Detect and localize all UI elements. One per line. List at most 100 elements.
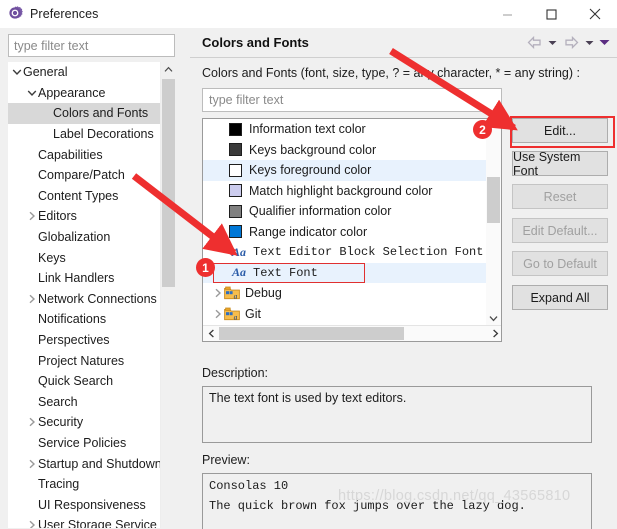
sidebar-item-notifications[interactable]: Notifications bbox=[8, 309, 175, 330]
color-swatch bbox=[229, 184, 242, 198]
chevron-right-icon[interactable] bbox=[25, 417, 38, 427]
list-scroll-down-icon[interactable] bbox=[486, 310, 501, 326]
scroll-left-icon[interactable] bbox=[203, 329, 219, 338]
sidebar-item-label: Startup and Shutdown bbox=[38, 456, 162, 471]
sidebar-item-quick-search[interactable]: Quick Search bbox=[8, 371, 175, 392]
list-horizontal-scrollbar[interactable] bbox=[203, 325, 501, 342]
list-vertical-scroll-thumb[interactable] bbox=[487, 177, 500, 223]
list-horizontal-scroll-thumb[interactable] bbox=[219, 326, 404, 340]
sidebar-item-label: Editors bbox=[38, 209, 77, 224]
sidebar-item-label: General bbox=[23, 65, 68, 80]
list-item[interactable]: a Debug bbox=[203, 283, 501, 304]
list-item[interactable]: a Git bbox=[203, 304, 501, 325]
sidebar-item-label: Service Policies bbox=[38, 435, 127, 450]
sidebar-item-appearance[interactable]: Appearance bbox=[8, 83, 175, 104]
sidebar-item-keys[interactable]: Keys bbox=[8, 247, 175, 268]
color-swatch bbox=[229, 163, 242, 177]
folder-category-icon: a bbox=[224, 307, 240, 321]
sidebar-item-link-handlers[interactable]: Link Handlers bbox=[8, 268, 175, 289]
edit-default-button: Edit Default... bbox=[512, 218, 608, 243]
sidebar-item-search[interactable]: Search bbox=[8, 392, 175, 413]
chevron-down-icon[interactable] bbox=[25, 89, 38, 97]
back-arrow-icon[interactable] bbox=[524, 33, 544, 52]
list-item[interactable]: Qualifier information color bbox=[203, 201, 501, 222]
chevron-right-icon[interactable] bbox=[211, 309, 224, 319]
chevron-right-icon[interactable] bbox=[211, 288, 224, 298]
use-system-font-button[interactable]: Use System Font bbox=[512, 150, 608, 178]
title-bar: Preferences bbox=[0, 0, 617, 28]
folder-category-icon: a bbox=[224, 286, 240, 301]
chevron-right-icon[interactable] bbox=[25, 520, 38, 528]
list-item[interactable]: Information text color bbox=[203, 119, 501, 140]
list-item-label: Keys background color bbox=[249, 142, 377, 157]
edit-button-highlight-rect bbox=[510, 116, 615, 148]
sidebar-item-content-types[interactable]: Content Types bbox=[8, 186, 175, 207]
list-horizontal-track[interactable] bbox=[219, 326, 487, 342]
sidebar-item-security[interactable]: Security bbox=[8, 412, 175, 433]
maximize-icon[interactable] bbox=[529, 0, 573, 28]
color-swatch bbox=[229, 143, 242, 157]
list-item[interactable]: Keys foreground color bbox=[203, 160, 501, 181]
font-aa-icon: Aa bbox=[231, 244, 246, 259]
expand-all-button[interactable]: Expand All bbox=[512, 285, 608, 310]
sidebar-item-compare-patch[interactable]: Compare/Patch bbox=[8, 165, 175, 186]
list-vertical-scrollbar[interactable] bbox=[486, 119, 501, 326]
sidebar-item-user-storage-service[interactable]: User Storage Service bbox=[8, 515, 175, 528]
sidebar-filter-input[interactable]: type filter text bbox=[8, 34, 175, 57]
sidebar-item-label: Content Types bbox=[38, 188, 119, 203]
page-title: Colors and Fonts bbox=[202, 35, 309, 50]
chevron-down-icon[interactable] bbox=[10, 68, 23, 76]
sidebar-item-label: Label Decorations bbox=[53, 127, 154, 142]
sidebar-item-label: Colors and Fonts bbox=[53, 106, 149, 121]
sidebar-item-perspectives[interactable]: Perspectives bbox=[8, 330, 175, 351]
sidebar-scroll-thumb[interactable] bbox=[162, 79, 175, 287]
sidebar-item-globalization[interactable]: Globalization bbox=[8, 227, 175, 248]
chevron-right-icon[interactable] bbox=[25, 294, 38, 304]
sidebar-item-label: User Storage Service bbox=[38, 518, 157, 528]
reset-button: Reset bbox=[512, 184, 608, 209]
sidebar-item-label: Search bbox=[38, 394, 78, 409]
list-item[interactable]: Aa Text Font bbox=[203, 262, 501, 283]
forward-menu-chevron-down-icon[interactable] bbox=[583, 33, 596, 52]
color-swatch bbox=[229, 225, 242, 239]
sidebar-item-label-decorations[interactable]: Label Decorations bbox=[8, 124, 175, 145]
sidebar-item-network-connections[interactable]: Network Connections bbox=[8, 289, 175, 310]
sidebar-item-colors-and-fonts[interactable]: Colors and Fonts bbox=[8, 103, 175, 124]
go-to-default-button: Go to Default bbox=[512, 251, 608, 276]
color-swatch bbox=[229, 122, 242, 136]
sidebar: type filter text General Appearance Colors… bbox=[0, 28, 190, 529]
sidebar-item-general[interactable]: General bbox=[8, 62, 175, 83]
scroll-up-icon[interactable] bbox=[161, 62, 175, 77]
preview-label: Preview: bbox=[202, 453, 250, 467]
list-item[interactable]: Keys background color bbox=[203, 140, 501, 161]
chevron-right-icon[interactable] bbox=[25, 211, 38, 221]
scroll-right-icon[interactable] bbox=[487, 329, 501, 338]
list-item[interactable]: Match highlight background color bbox=[203, 181, 501, 202]
sidebar-scrollbar[interactable] bbox=[160, 62, 175, 528]
chevron-right-icon[interactable] bbox=[25, 459, 38, 469]
back-menu-chevron-down-icon[interactable] bbox=[546, 33, 559, 52]
list-item-label: Git bbox=[245, 306, 261, 321]
description-text: The text font is used by text editors. bbox=[209, 391, 407, 405]
sidebar-item-editors[interactable]: Editors bbox=[8, 206, 175, 227]
sidebar-item-label: Capabilities bbox=[38, 147, 103, 162]
sidebar-item-ui-responsiveness[interactable]: UI Responsiveness bbox=[8, 494, 175, 515]
list-item-label: Text Editor Block Selection Font bbox=[253, 245, 484, 260]
sidebar-item-service-policies[interactable]: Service Policies bbox=[8, 433, 175, 454]
sidebar-item-label: Project Natures bbox=[38, 353, 125, 368]
forward-arrow-icon[interactable] bbox=[561, 33, 581, 52]
list-item-label: Information text color bbox=[249, 122, 366, 137]
colors-and-fonts-list[interactable]: Information text color Keys background co… bbox=[202, 118, 502, 342]
colors-fonts-filter-input[interactable]: type filter text bbox=[202, 88, 502, 112]
sidebar-item-label: Compare/Patch bbox=[38, 168, 125, 183]
list-item[interactable]: Aa Text Editor Block Selection Font bbox=[203, 242, 501, 263]
minimize-icon[interactable] bbox=[485, 0, 529, 28]
sidebar-item-tracing[interactable]: Tracing bbox=[8, 474, 175, 495]
sidebar-item-capabilities[interactable]: Capabilities bbox=[8, 144, 175, 165]
view-menu-icon[interactable] bbox=[598, 33, 611, 52]
sidebar-item-startup-and-shutdown[interactable]: Startup and Shutdown bbox=[8, 453, 175, 474]
close-icon[interactable] bbox=[573, 0, 617, 28]
sidebar-item-project-natures[interactable]: Project Natures bbox=[8, 350, 175, 371]
list-item[interactable]: Range indicator color bbox=[203, 222, 501, 243]
preferences-tree[interactable]: General Appearance Colors and Fonts Label D… bbox=[8, 62, 175, 528]
